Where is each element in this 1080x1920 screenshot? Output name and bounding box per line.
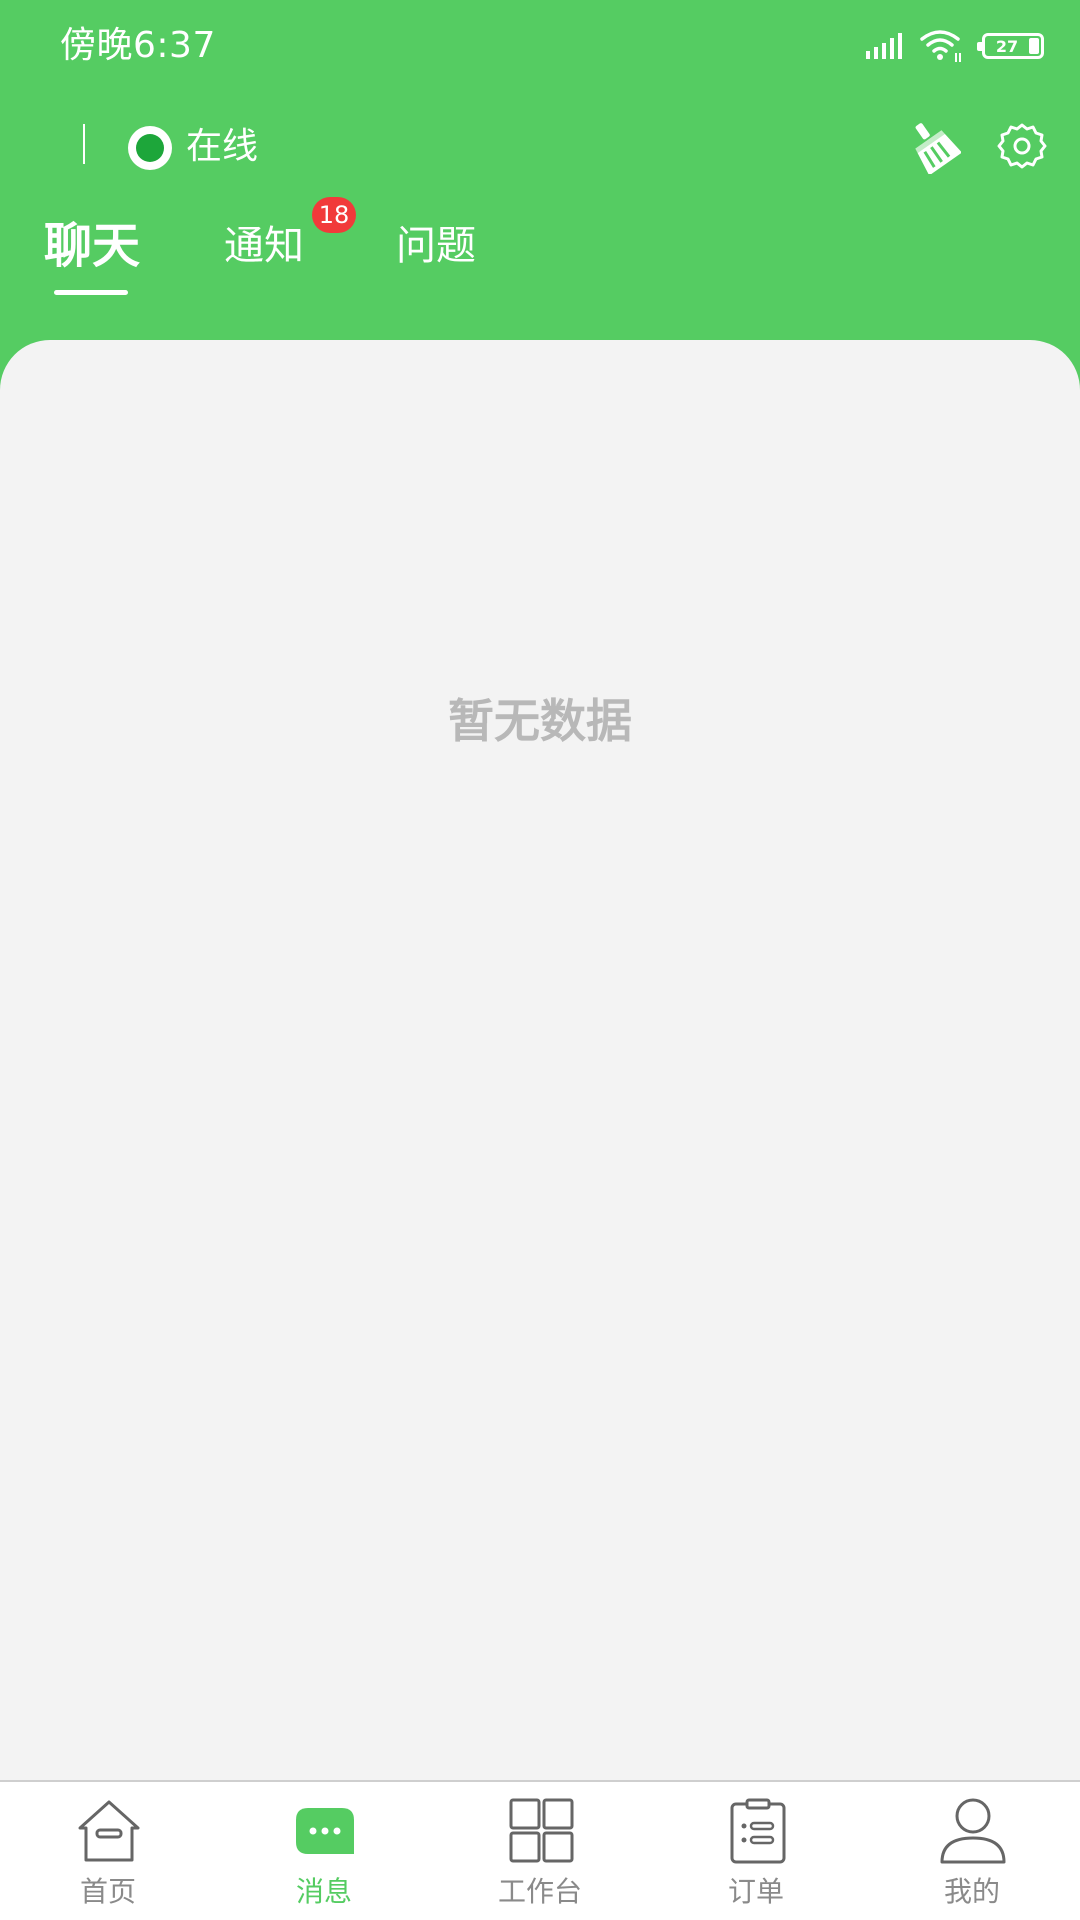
tabbar-item-workbench[interactable]: 工作台 — [432, 1782, 648, 1920]
tab-chat[interactable]: 聊天 — [44, 216, 140, 276]
user-icon — [940, 1798, 1006, 1864]
battery-level: 27 — [995, 36, 1019, 56]
message-list-panel: 暂无数据 — [0, 340, 1080, 1780]
tabbar-item-home[interactable]: 首页 — [0, 1782, 216, 1920]
header-divider — [83, 124, 85, 164]
tabbar-label-mine: 我的 — [943, 1875, 1000, 1908]
tabbar-item-orders[interactable]: 订单 — [648, 1782, 864, 1920]
signal-icon — [866, 33, 902, 59]
status-bar: 傍晚6:37 27 — [0, 0, 1080, 92]
tabbar-label-messages: 消息 — [295, 1875, 352, 1908]
grid-icon — [509, 1798, 574, 1863]
gear-icon[interactable] — [996, 120, 1048, 172]
status-icons: 27 — [866, 26, 1044, 66]
tabbar-label-workbench: 工作台 — [497, 1875, 582, 1908]
tab-notice[interactable]: 通知 — [224, 216, 304, 276]
wifi-icon — [920, 30, 961, 62]
top-tabs: 聊天 通知 问题 — [0, 202, 1080, 302]
clipboard-icon — [730, 1798, 786, 1864]
battery-icon: 27 — [977, 33, 1044, 59]
broom-icon[interactable] — [905, 118, 961, 174]
online-status-icon[interactable] — [128, 126, 172, 170]
tabbar-label-home: 首页 — [79, 1875, 136, 1908]
empty-state-text: 暂无数据 — [448, 694, 632, 748]
notice-badge: 18 — [312, 197, 356, 233]
active-tab-indicator — [54, 290, 128, 295]
tabbar-item-mine[interactable]: 我的 — [864, 1782, 1080, 1920]
home-icon — [78, 1800, 140, 1862]
header: 在线 — [0, 92, 1080, 202]
bottom-tab-bar: 首页 消息 工作台 订单 我的 — [0, 1780, 1080, 1920]
chat-bubble-icon — [296, 1808, 354, 1854]
battery-fill — [1029, 38, 1039, 54]
tabbar-item-messages[interactable]: 消息 — [216, 1782, 432, 1920]
tab-issue[interactable]: 问题 — [396, 216, 476, 276]
tabbar-label-orders: 订单 — [727, 1875, 784, 1908]
status-time: 傍晚6:37 — [60, 25, 216, 66]
online-status-label[interactable]: 在线 — [186, 122, 258, 172]
